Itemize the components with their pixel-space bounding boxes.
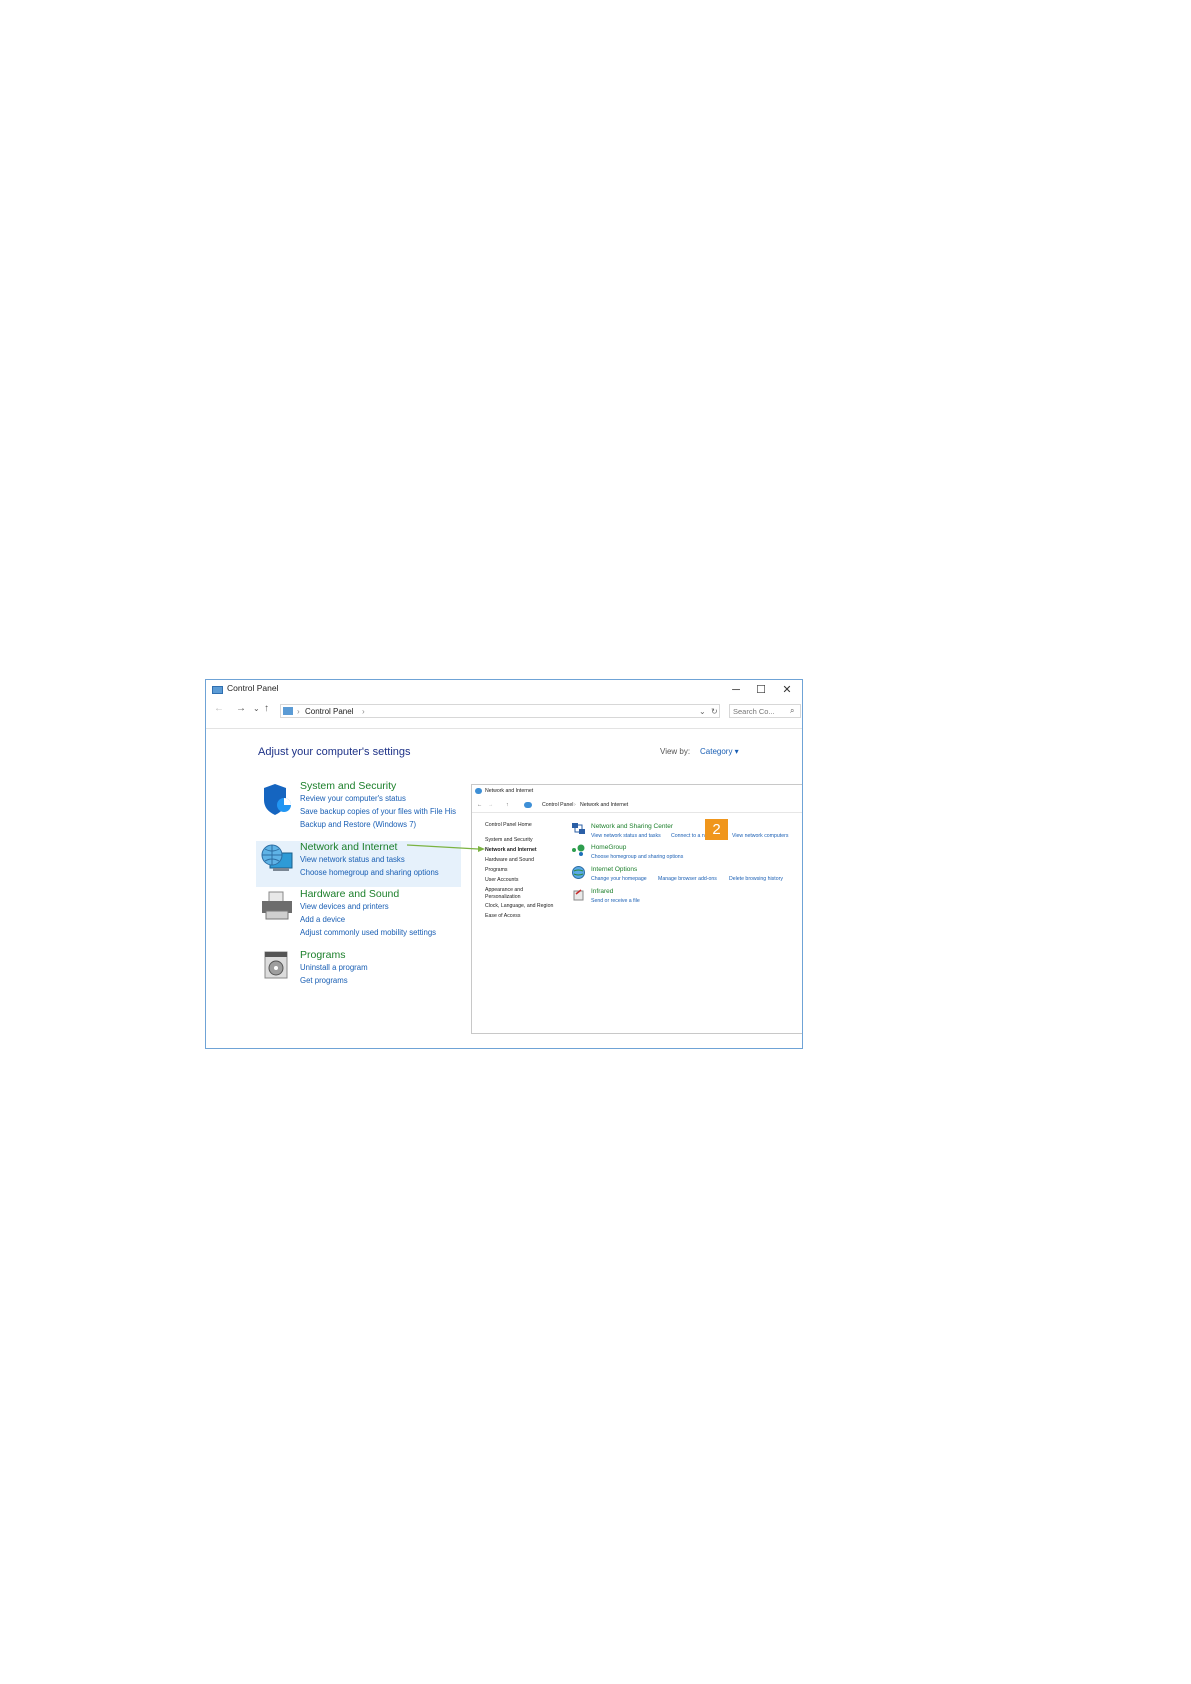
- address-bar[interactable]: › Control Panel › ⌄ ↻: [280, 704, 720, 718]
- sidebar-programs[interactable]: Programs: [485, 867, 508, 873]
- item-network-sharing-center[interactable]: Network and Sharing Center: [591, 823, 673, 830]
- minimize-button[interactable]: ─: [725, 682, 747, 698]
- overlay-breadcrumb-control-panel[interactable]: Control Panel: [542, 802, 573, 808]
- divider: [472, 812, 802, 813]
- breadcrumb-separator: ›: [297, 707, 300, 716]
- page-heading: Adjust your computer's settings: [258, 746, 411, 758]
- network-sharing-icon: [572, 823, 585, 834]
- link-change-homepage[interactable]: Change your homepage: [591, 876, 647, 882]
- link-review-status[interactable]: Review your computer's status: [300, 794, 406, 803]
- link-view-devices[interactable]: View devices and printers: [300, 902, 389, 911]
- link-view-network-computers[interactable]: View network computers: [732, 833, 788, 839]
- recent-dropdown-icon[interactable]: ⌄: [253, 704, 260, 713]
- overlay-up-icon[interactable]: ↑: [506, 802, 509, 808]
- sidebar-control-panel-home[interactable]: Control Panel Home: [485, 822, 532, 828]
- infrared-icon: [573, 889, 584, 901]
- network-icon: [475, 788, 482, 794]
- link-homegroup-sharing[interactable]: Choose homegroup and sharing options: [591, 854, 683, 860]
- forward-arrow-icon[interactable]: →: [236, 703, 246, 714]
- close-button[interactable]: ✕: [776, 682, 798, 698]
- sidebar-ease-of-access[interactable]: Ease of Access: [485, 913, 520, 919]
- category-network-internet[interactable]: Network and Internet: [300, 841, 397, 853]
- link-send-receive-file[interactable]: Send or receive a file: [591, 898, 640, 904]
- title-bar: Control Panel ─ ☐ ✕: [206, 680, 802, 700]
- up-arrow-icon[interactable]: ↑: [264, 703, 269, 714]
- item-infrared[interactable]: Infrared: [591, 888, 613, 895]
- sidebar-network-internet[interactable]: Network and Internet: [485, 847, 537, 853]
- programs-icon: [264, 951, 288, 979]
- control-panel-icon: [212, 686, 223, 694]
- sidebar-clock-language[interactable]: Clock, Language, and Region: [485, 903, 553, 909]
- search-input[interactable]: Search Co... ⌕: [729, 704, 801, 718]
- view-by-label: View by:: [660, 747, 691, 756]
- link-uninstall-program[interactable]: Uninstall a program: [300, 963, 368, 972]
- back-arrow-icon[interactable]: ←: [214, 703, 224, 714]
- sidebar-hardware-sound[interactable]: Hardware and Sound: [485, 857, 534, 863]
- category-programs[interactable]: Programs: [300, 949, 346, 961]
- overlay-breadcrumb-network[interactable]: Network and Internet: [580, 802, 628, 808]
- step-badge: 2: [705, 819, 728, 840]
- item-internet-options[interactable]: Internet Options: [591, 866, 637, 873]
- overlay-title: Network and Internet: [485, 788, 534, 794]
- link-backup-restore[interactable]: Backup and Restore (Windows 7): [300, 820, 416, 829]
- category-system-security[interactable]: System and Security: [300, 780, 396, 792]
- breadcrumb-control-panel[interactable]: Control Panel: [305, 707, 353, 716]
- network-internet-window: Network and Internet ← → ↑ Control Panel…: [471, 784, 802, 1034]
- link-get-programs[interactable]: Get programs: [300, 976, 348, 985]
- sidebar-user-accounts[interactable]: User Accounts: [485, 877, 518, 883]
- address-row: ← → ⌄ ↑ › Control Panel › ⌄ ↻ Search Co.…: [206, 700, 802, 722]
- link-delete-history[interactable]: Delete browsing history: [729, 876, 783, 882]
- sidebar-system-security[interactable]: System and Security: [485, 837, 533, 843]
- control-panel-window: Control Panel ─ ☐ ✕ ← → ⌄ ↑ › Control Pa…: [205, 679, 803, 1049]
- divider: [206, 728, 802, 729]
- overlay-forward-icon[interactable]: →: [488, 802, 493, 808]
- sidebar-appearance[interactable]: Appearance and Personalization: [485, 887, 545, 901]
- link-mobility-settings[interactable]: Adjust commonly used mobility settings: [300, 928, 436, 937]
- link-view-network-status[interactable]: View network status and tasks: [300, 855, 405, 864]
- window-title: Control Panel: [227, 683, 279, 693]
- address-dropdown-icon[interactable]: ⌄: [699, 707, 706, 716]
- link-add-device[interactable]: Add a device: [300, 915, 345, 924]
- search-placeholder: Search Co...: [733, 707, 775, 716]
- maximize-button[interactable]: ☐: [750, 682, 772, 698]
- overlay-back-icon[interactable]: ←: [477, 802, 482, 808]
- network-icon: [524, 802, 532, 808]
- internet-options-icon: [572, 866, 585, 879]
- overlay-breadcrumb-separator: ›: [574, 802, 576, 808]
- search-icon[interactable]: ⌕: [790, 706, 794, 716]
- link-view-network-status-tasks[interactable]: View network status and tasks: [591, 833, 661, 839]
- shield-icon: [264, 784, 291, 815]
- homegroup-icon: [572, 844, 585, 856]
- link-save-backup[interactable]: Save backup copies of your files with Fi…: [300, 807, 456, 816]
- printer-icon: [262, 891, 292, 920]
- view-by-dropdown[interactable]: Category ▾: [700, 747, 739, 756]
- item-homegroup[interactable]: HomeGroup: [591, 844, 626, 851]
- callout-arrow-icon: [406, 844, 485, 852]
- link-choose-homegroup[interactable]: Choose homegroup and sharing options: [300, 868, 439, 877]
- category-hardware-sound[interactable]: Hardware and Sound: [300, 888, 399, 900]
- link-manage-addons[interactable]: Manage browser add-ons: [658, 876, 717, 882]
- globe-network-icon: [261, 844, 293, 871]
- breadcrumb-separator: ›: [362, 707, 365, 716]
- refresh-icon[interactable]: ↻: [711, 707, 718, 716]
- control-panel-icon: [283, 707, 293, 715]
